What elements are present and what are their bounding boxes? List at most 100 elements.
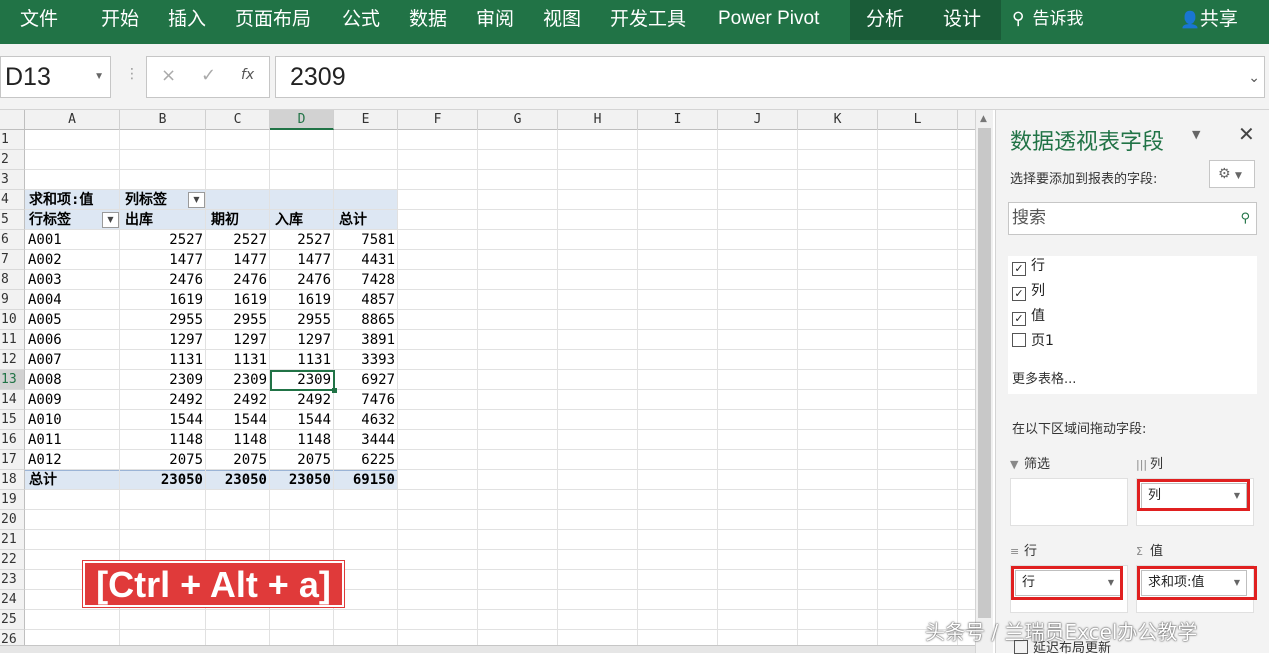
cancel-icon[interactable]: × (161, 65, 176, 86)
tab-home[interactable]: 开始 (93, 0, 147, 40)
pivot-row-label: A009 (28, 392, 62, 408)
rows-area-label: 行 (1024, 544, 1038, 559)
row-header-22[interactable]: 22 (0, 550, 25, 570)
fill-handle[interactable] (332, 388, 337, 393)
sheet-tabs-bar[interactable] (0, 645, 975, 653)
row-header-2[interactable]: 2 (0, 150, 25, 170)
pivot-value-cell: 4431 (361, 252, 395, 268)
row-header-4[interactable]: 4 (0, 190, 25, 210)
row-filter-dropdown[interactable]: ▼ (102, 212, 119, 228)
row-header-3[interactable]: 3 (0, 170, 25, 190)
row-header-15[interactable]: 15 (0, 410, 25, 430)
field-item-row[interactable]: ✓ 行 (1012, 256, 1045, 276)
more-tables-link[interactable]: 更多表格... (1012, 368, 1076, 387)
values-area[interactable]: Σ值 求和项:值 ▼ (1136, 539, 1254, 613)
column-header-l[interactable]: L (878, 110, 958, 130)
pivot-header-total: 总计 (339, 212, 367, 228)
pivot-row-label: A002 (28, 252, 62, 268)
row-header-23[interactable]: 23 (0, 570, 25, 590)
column-header-a[interactable]: A (25, 110, 120, 130)
search-placeholder: 搜索 (1012, 208, 1046, 228)
tell-me-label: 告诉我 (1032, 9, 1084, 29)
column-header-b[interactable]: B (120, 110, 206, 130)
worksheet-grid[interactable]: ABCDEFGHIJKL 1 2 3 4 5 6 7 8 9 10 11 12 13 14 15 16 17 18… (0, 110, 975, 653)
tab-analyze[interactable]: 分析 (850, 0, 929, 40)
select-all-corner[interactable] (0, 110, 25, 130)
rows-area[interactable]: ≡ 行 行 ▼ (1010, 539, 1128, 613)
column-header-f[interactable]: F (398, 110, 478, 130)
name-box[interactable]: D13 ▼ (0, 56, 111, 98)
column-header-g[interactable]: G (478, 110, 558, 130)
drag-handle-icon[interactable]: ⋮ (125, 66, 139, 82)
column-header-c[interactable]: C (206, 110, 270, 130)
row-header-14[interactable]: 14 (0, 390, 25, 410)
row-header-19[interactable]: 19 (0, 490, 25, 510)
formula-input[interactable]: 2309 ⌄ (275, 56, 1265, 98)
row-header-7[interactable]: 7 (0, 250, 25, 270)
row-header-9[interactable]: 9 (0, 290, 25, 310)
row-header-8[interactable]: 8 (0, 270, 25, 290)
scroll-up-icon[interactable]: ▲ (980, 114, 987, 124)
chevron-down-icon[interactable]: ▼ (94, 57, 104, 97)
pane-options-icon[interactable]: ▼ (1192, 128, 1200, 141)
filters-area[interactable]: ▼ 筛选 (1010, 452, 1128, 526)
row-header-10[interactable]: 10 (0, 310, 25, 330)
checkbox-checked-icon[interactable]: ✓ (1012, 287, 1026, 301)
checkbox-checked-icon[interactable]: ✓ (1012, 312, 1026, 326)
row-header-17[interactable]: 17 (0, 450, 25, 470)
row-header-1[interactable]: 1 (0, 130, 25, 150)
active-cell[interactable] (270, 370, 337, 393)
highlight-box-rows (1011, 566, 1123, 600)
insert-function-icon[interactable]: fx (241, 67, 254, 83)
row-header-20[interactable]: 20 (0, 510, 25, 530)
field-item-value[interactable]: ✓ 值 (1012, 306, 1045, 326)
choose-fields-label: 选择要添加到报表的字段: (1010, 172, 1158, 187)
row-header-11[interactable]: 11 (0, 330, 25, 350)
row-header-13[interactable]: 13 (0, 370, 25, 390)
tab-design[interactable]: 设计 (929, 0, 1001, 40)
checkbox-checked-icon[interactable]: ✓ (1012, 262, 1026, 276)
tab-data[interactable]: 数据 (401, 0, 455, 40)
row-header-5[interactable]: 5 (0, 210, 25, 230)
tell-me-box[interactable]: ⚲ 告诉我 (1012, 0, 1083, 40)
column-header-i[interactable]: I (638, 110, 718, 130)
close-icon[interactable]: ✕ (1238, 122, 1255, 146)
field-item-column[interactable]: ✓ 列 (1012, 281, 1045, 301)
filters-drop-zone[interactable] (1010, 478, 1128, 526)
checkbox-unchecked-icon[interactable] (1012, 333, 1026, 347)
pivot-value-cell: 8865 (361, 312, 395, 328)
column-filter-dropdown[interactable]: ▼ (188, 192, 205, 208)
columns-area[interactable]: ||| 列 列 ▼ (1136, 452, 1254, 526)
field-search-input[interactable]: 搜索 ⚲ (1008, 202, 1257, 235)
column-header-d[interactable]: D (270, 110, 334, 130)
row-header-16[interactable]: 16 (0, 430, 25, 450)
gridline-horizontal (25, 169, 975, 170)
field-item-page1[interactable]: 页1 (1012, 331, 1054, 351)
row-header-25[interactable]: 25 (0, 610, 25, 630)
tab-power-pivot[interactable]: Power Pivot (710, 0, 827, 40)
enter-icon[interactable]: ✓ (201, 65, 216, 86)
tab-view[interactable]: 视图 (535, 0, 589, 40)
column-header-j[interactable]: J (718, 110, 798, 130)
row-header-18[interactable]: 18 (0, 470, 25, 490)
tab-insert[interactable]: 插入 (160, 0, 214, 40)
gear-icon[interactable]: ⚙ ▼ (1209, 160, 1255, 188)
row-header-24[interactable]: 24 (0, 590, 25, 610)
vertical-scrollbar[interactable]: ▲ (975, 110, 993, 653)
column-header-h[interactable]: H (558, 110, 638, 130)
pane-title: 数据透视表字段 (1010, 130, 1165, 155)
column-header-e[interactable]: E (334, 110, 398, 130)
tab-file[interactable]: 文件 (12, 0, 66, 40)
row-header-6[interactable]: 6 (0, 230, 25, 250)
tab-page-layout[interactable]: 页面布局 (227, 0, 319, 40)
tab-review[interactable]: 审阅 (468, 0, 522, 40)
column-header-k[interactable]: K (798, 110, 878, 130)
tab-developer[interactable]: 开发工具 (602, 0, 694, 40)
row-header-12[interactable]: 12 (0, 350, 25, 370)
row-header-21[interactable]: 21 (0, 530, 25, 550)
scroll-thumb[interactable] (978, 128, 991, 618)
search-icon: ⚲ (1240, 211, 1250, 226)
tab-formulas[interactable]: 公式 (334, 0, 388, 40)
share-button[interactable]: 👤共享 (1180, 0, 1238, 40)
expand-formula-icon[interactable]: ⌄ (1248, 57, 1260, 97)
